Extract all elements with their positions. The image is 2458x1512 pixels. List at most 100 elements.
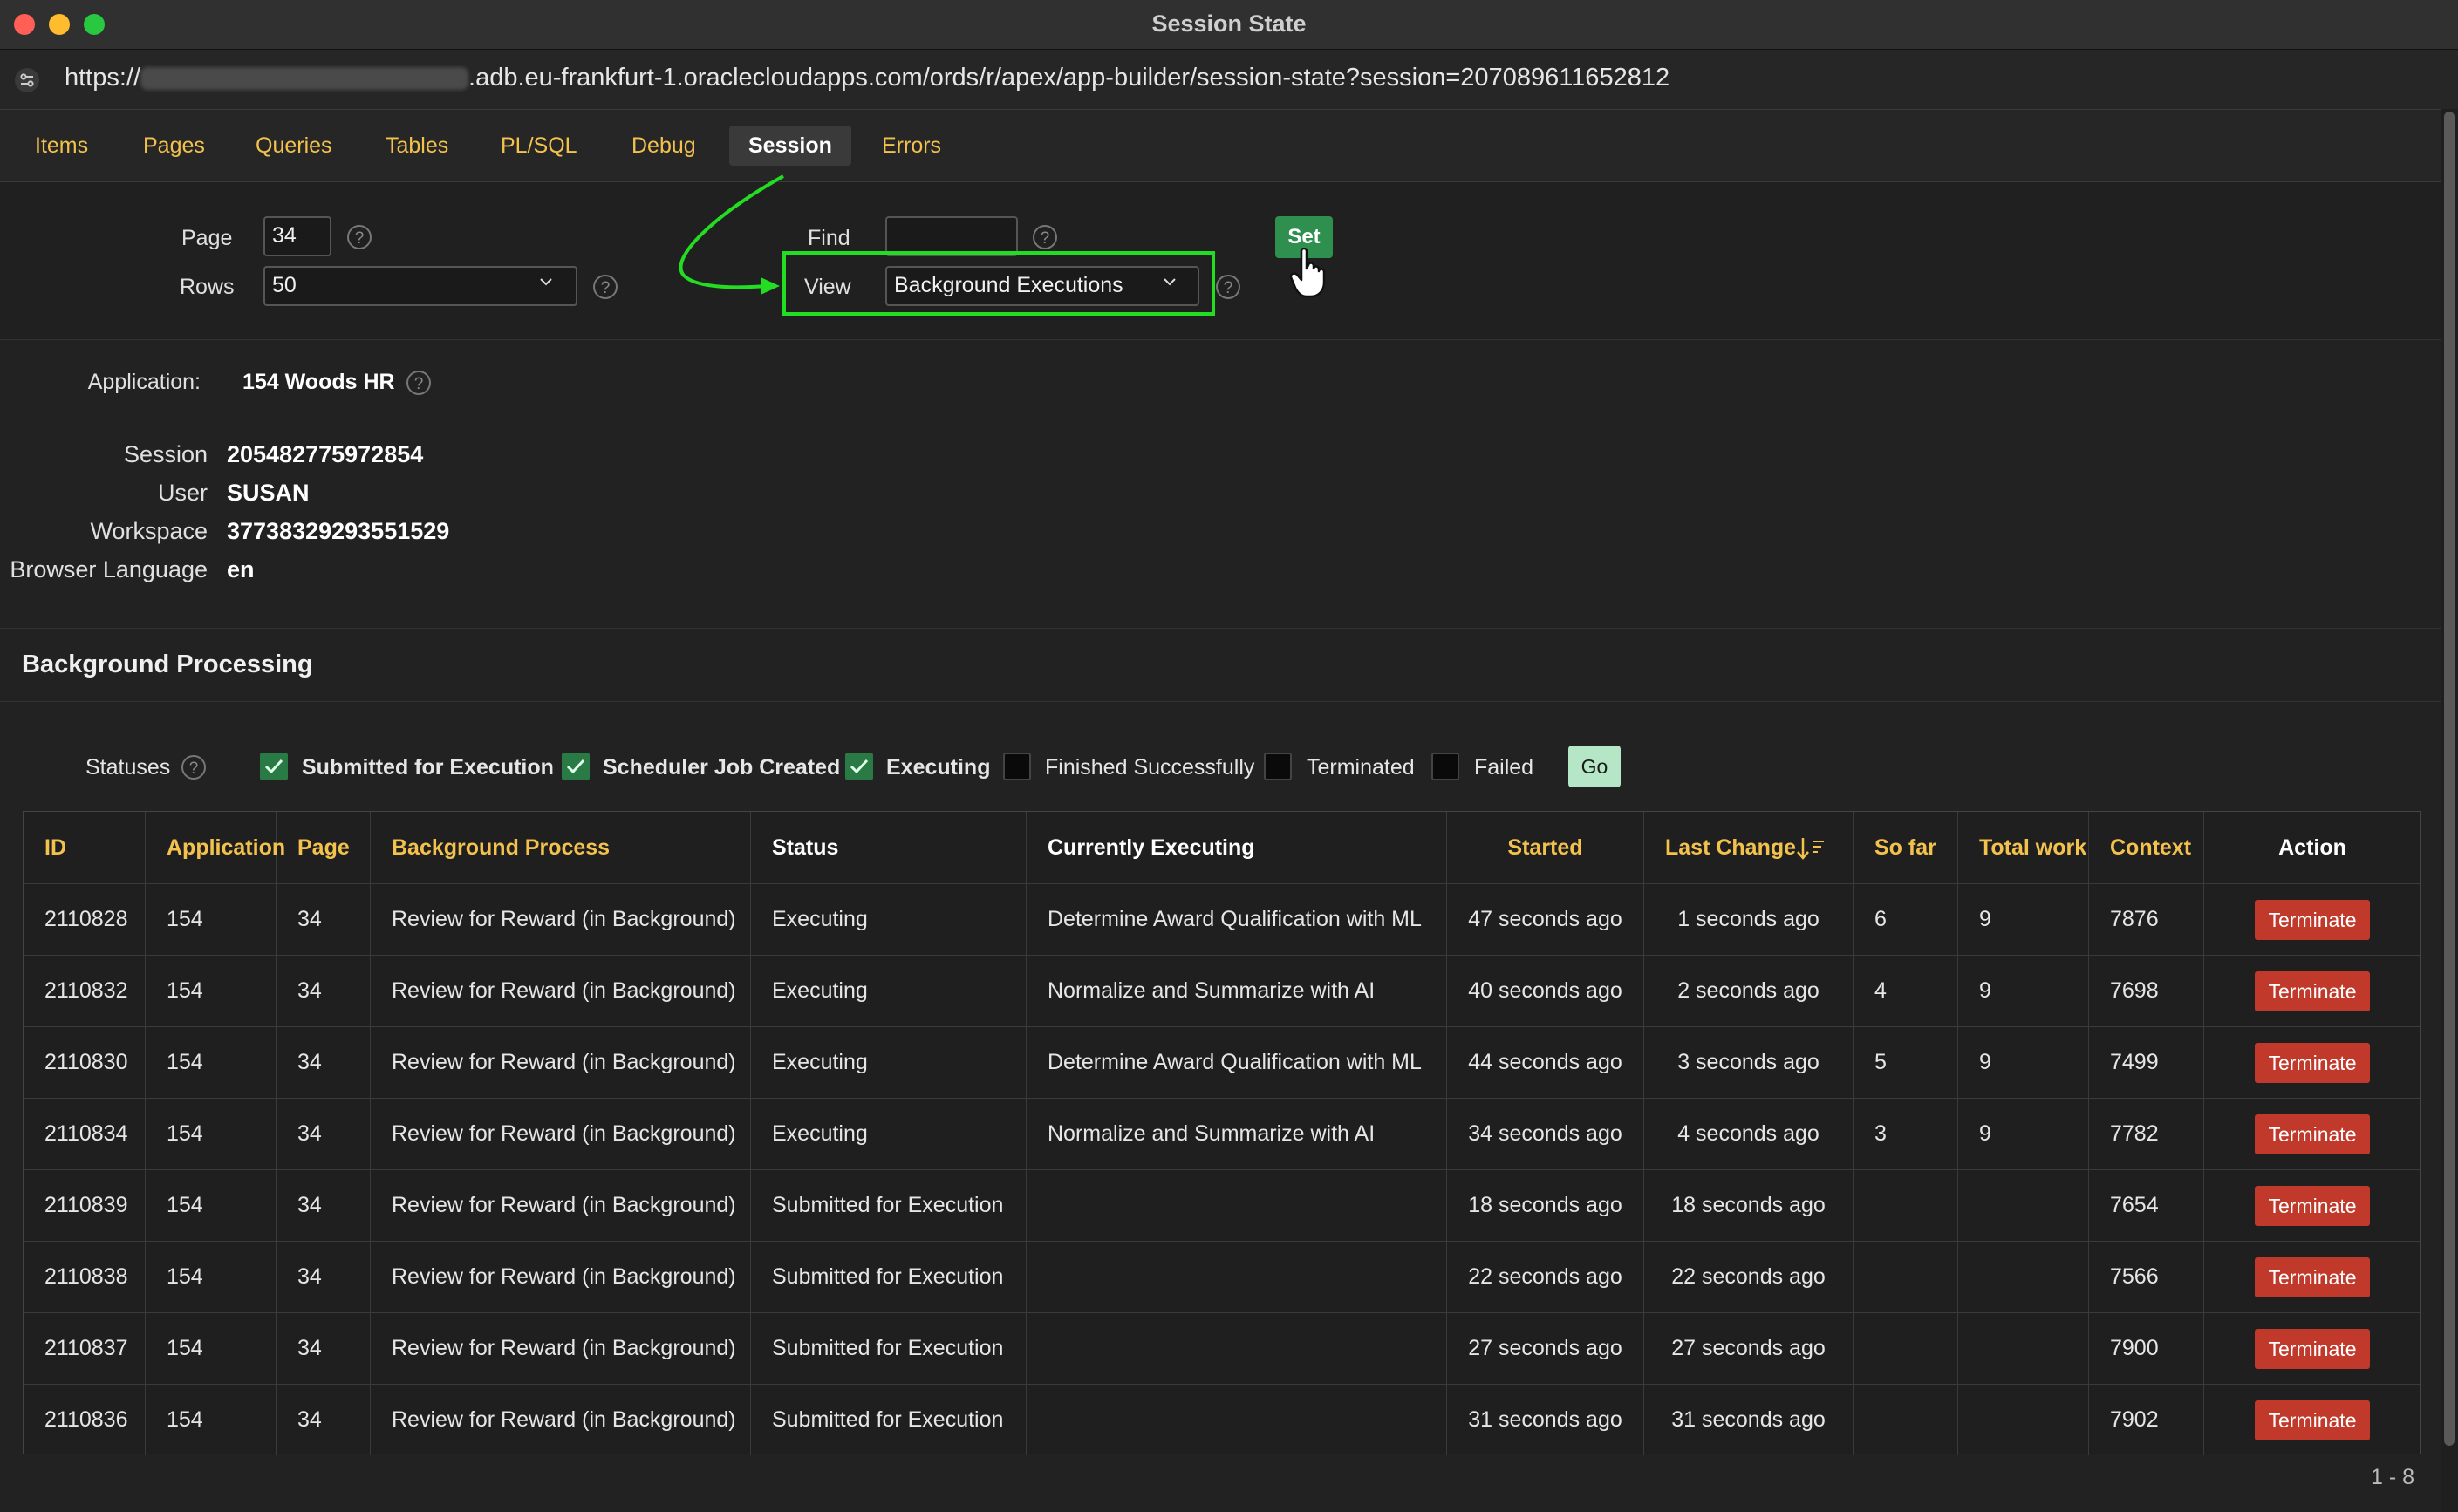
rows-select[interactable]: 50 (263, 266, 577, 306)
cell-so-far (1854, 1313, 1958, 1384)
tab-plsql[interactable]: PL/SQL (481, 126, 597, 166)
cell-last-change: 31 seconds ago (1644, 1385, 1854, 1455)
application-help-icon[interactable]: ? (406, 371, 431, 395)
column-header-background-process[interactable]: Background Process (371, 812, 751, 883)
url-redacted-host (140, 67, 469, 91)
browser-language-label: Browser Language (10, 556, 208, 582)
cell-so-far: 4 (1854, 956, 1958, 1026)
column-header-status[interactable]: Status (751, 812, 1027, 883)
application-label: Application: (87, 370, 201, 394)
view-help-icon[interactable]: ? (1216, 275, 1240, 299)
tab-debug[interactable]: Debug (612, 126, 715, 166)
tab-session[interactable]: Session (729, 126, 851, 166)
page-help-icon[interactable]: ? (347, 225, 372, 249)
cell-action: Terminate (2204, 1027, 2420, 1098)
column-header-id[interactable]: ID (24, 812, 146, 883)
tab-items[interactable]: Items (16, 126, 107, 166)
terminate-button[interactable]: Terminate (2255, 1114, 2370, 1154)
cell-id: 2110832 (24, 956, 146, 1026)
cell-id: 2110834 (24, 1099, 146, 1169)
table-row: 2110834 154 34 Review for Reward (in Backgr… (24, 1098, 2420, 1170)
cell-context: 7900 (2089, 1313, 2204, 1384)
column-header-last-change[interactable]: Last Change (1644, 812, 1854, 883)
cell-total-work (1958, 1385, 2089, 1455)
cell-background-process: Review for Reward (in Background) (371, 1027, 751, 1098)
tab-pages[interactable]: Pages (124, 126, 224, 166)
cell-page: 34 (277, 1313, 371, 1384)
column-header-currently-executing[interactable]: Currently Executing (1027, 812, 1447, 883)
column-header-page[interactable]: Page (277, 812, 371, 883)
cell-total-work (1958, 1313, 2089, 1384)
cell-total-work: 9 (1958, 956, 2089, 1026)
rows-select-value: 50 (272, 273, 297, 297)
view-select[interactable]: Background Executions (885, 266, 1199, 306)
table-row: 2110836 154 34 Review for Reward (in Backgr… (24, 1384, 2420, 1456)
cell-action: Terminate (2204, 956, 2420, 1026)
view-label: View (804, 275, 851, 299)
cell-id: 2110837 (24, 1313, 146, 1384)
column-header-application[interactable]: Application (146, 812, 285, 883)
status-label-submitted: Submitted for Execution (302, 755, 554, 780)
terminate-button[interactable]: Terminate (2255, 971, 2370, 1011)
table-row: 2110828 154 34 Review for Reward (in Backgr… (24, 883, 2420, 956)
cell-last-change: 27 seconds ago (1644, 1313, 1854, 1384)
terminate-button[interactable]: Terminate (2255, 1257, 2370, 1297)
cell-page: 34 (277, 1170, 371, 1241)
chevron-down-icon (540, 278, 552, 286)
checkbox-terminated[interactable] (1264, 753, 1292, 780)
status-label-executing: Executing (886, 755, 991, 780)
checkbox-scheduler-job-created[interactable] (562, 753, 590, 780)
url-prefix: https:// (65, 64, 141, 92)
checkmark-icon (566, 759, 585, 774)
hand-cursor-icon (1289, 248, 1326, 298)
column-header-so-far[interactable]: So far (1854, 812, 1958, 883)
url-text[interactable]: https:// .adb.eu-frankfurt-1.oracleclouda… (65, 64, 1669, 92)
terminate-button[interactable]: Terminate (2255, 1400, 2370, 1440)
page-input[interactable]: 34 (263, 216, 331, 256)
url-suffix: .adb.eu-frankfurt-1.oraclecloudapps.com/… (468, 64, 1670, 92)
go-button[interactable]: Go (1568, 746, 1621, 787)
checkbox-failed[interactable] (1431, 753, 1459, 780)
checkmark-icon (850, 759, 869, 774)
tab-queries[interactable]: Queries (236, 126, 352, 166)
annotation-arrow-icon (679, 174, 784, 295)
application-value: 154 Woods HR (242, 370, 395, 394)
terminate-button[interactable]: Terminate (2255, 1329, 2370, 1369)
rows-help-icon[interactable]: ? (593, 275, 618, 299)
cell-currently-executing (1027, 1385, 1447, 1455)
checkbox-finished-successfully[interactable] (1003, 753, 1031, 780)
cell-started: 44 seconds ago (1447, 1027, 1644, 1098)
sort-descending-icon[interactable] (1796, 836, 1826, 861)
column-header-started[interactable]: Started (1447, 812, 1644, 883)
terminate-button[interactable]: Terminate (2255, 900, 2370, 940)
user-label: User (157, 480, 208, 506)
background-executions-table: ID Application Page Background Process S… (23, 811, 2421, 1456)
tab-errors[interactable]: Errors (863, 126, 960, 166)
cell-id: 2110836 (24, 1385, 146, 1455)
cell-page: 34 (277, 884, 371, 955)
app-window: Session State https:// .adb.eu-frankfurt-… (0, 0, 2458, 1512)
user-value: SUSAN (227, 480, 310, 506)
table-row: 2110838 154 34 Review for Reward (in Backgr… (24, 1241, 2420, 1313)
site-settings-icon[interactable] (14, 67, 40, 93)
scrollbar-thumb[interactable] (2444, 112, 2455, 1446)
cell-background-process: Review for Reward (in Background) (371, 1385, 751, 1455)
cell-application: 154 (146, 1099, 277, 1169)
address-bar[interactable]: https:// .adb.eu-frankfurt-1.oracleclouda… (0, 50, 2458, 110)
cell-action: Terminate (2204, 1313, 2420, 1384)
find-help-icon[interactable]: ? (1033, 225, 1057, 249)
terminate-button[interactable]: Terminate (2255, 1186, 2370, 1226)
cell-application: 154 (146, 1242, 277, 1312)
tab-tables[interactable]: Tables (366, 126, 468, 166)
statuses-help-icon[interactable]: ? (181, 755, 206, 780)
cell-so-far: 6 (1854, 884, 1958, 955)
cell-context: 7698 (2089, 956, 2204, 1026)
column-header-total-work[interactable]: Total work (1958, 812, 2089, 883)
terminate-button[interactable]: Terminate (2255, 1043, 2370, 1083)
column-header-context[interactable]: Context (2089, 812, 2204, 883)
cell-currently-executing (1027, 1242, 1447, 1312)
checkbox-submitted[interactable] (260, 753, 288, 780)
checkbox-executing[interactable] (845, 753, 873, 780)
background-processing-title: Background Processing (22, 650, 313, 678)
cell-context: 7876 (2089, 884, 2204, 955)
